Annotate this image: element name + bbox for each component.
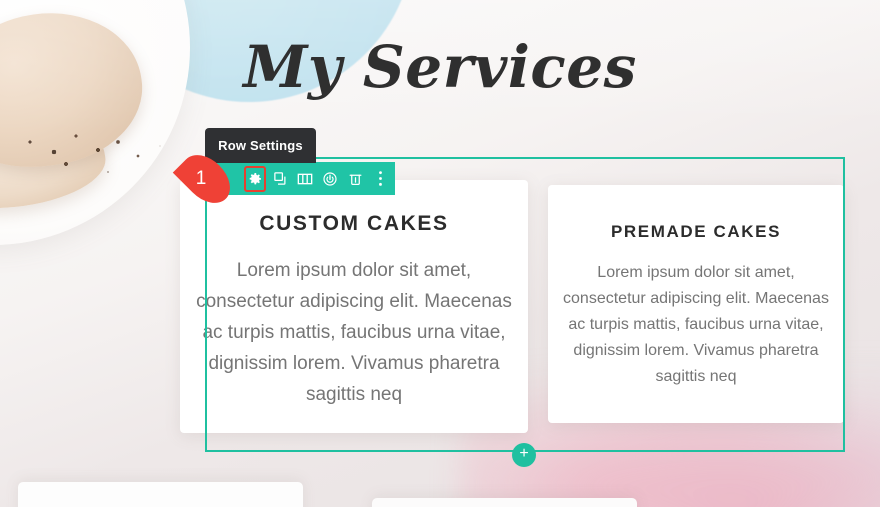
row-settings-tooltip: Row Settings [205, 128, 316, 163]
tooltip-label: Row Settings [218, 138, 303, 153]
gear-icon [247, 171, 263, 187]
next-row-card-left [18, 482, 303, 507]
delete-row-button[interactable] [345, 167, 365, 191]
row-selection-outline[interactable] [205, 157, 845, 452]
next-row-card-right [372, 498, 637, 507]
column-structure-button[interactable] [295, 167, 315, 191]
page-title: My Services [243, 33, 637, 101]
add-row-button[interactable]: + [512, 443, 536, 467]
add-row-plus-icon: + [519, 445, 529, 462]
power-icon [322, 171, 338, 187]
columns-icon [297, 172, 313, 186]
disable-row-button[interactable] [320, 167, 340, 191]
trash-icon [348, 171, 363, 187]
more-options-button[interactable] [370, 167, 390, 191]
row-settings-button[interactable] [244, 165, 266, 192]
step-badge-number: 1 [195, 168, 207, 189]
step-badge: 1 [172, 145, 240, 213]
duplicate-icon [273, 171, 288, 186]
page-canvas: My Services CUSTOM CAKES Lorem ipsum dol… [0, 0, 880, 507]
duplicate-row-button[interactable] [270, 167, 290, 191]
vertical-dots-icon [378, 170, 383, 187]
